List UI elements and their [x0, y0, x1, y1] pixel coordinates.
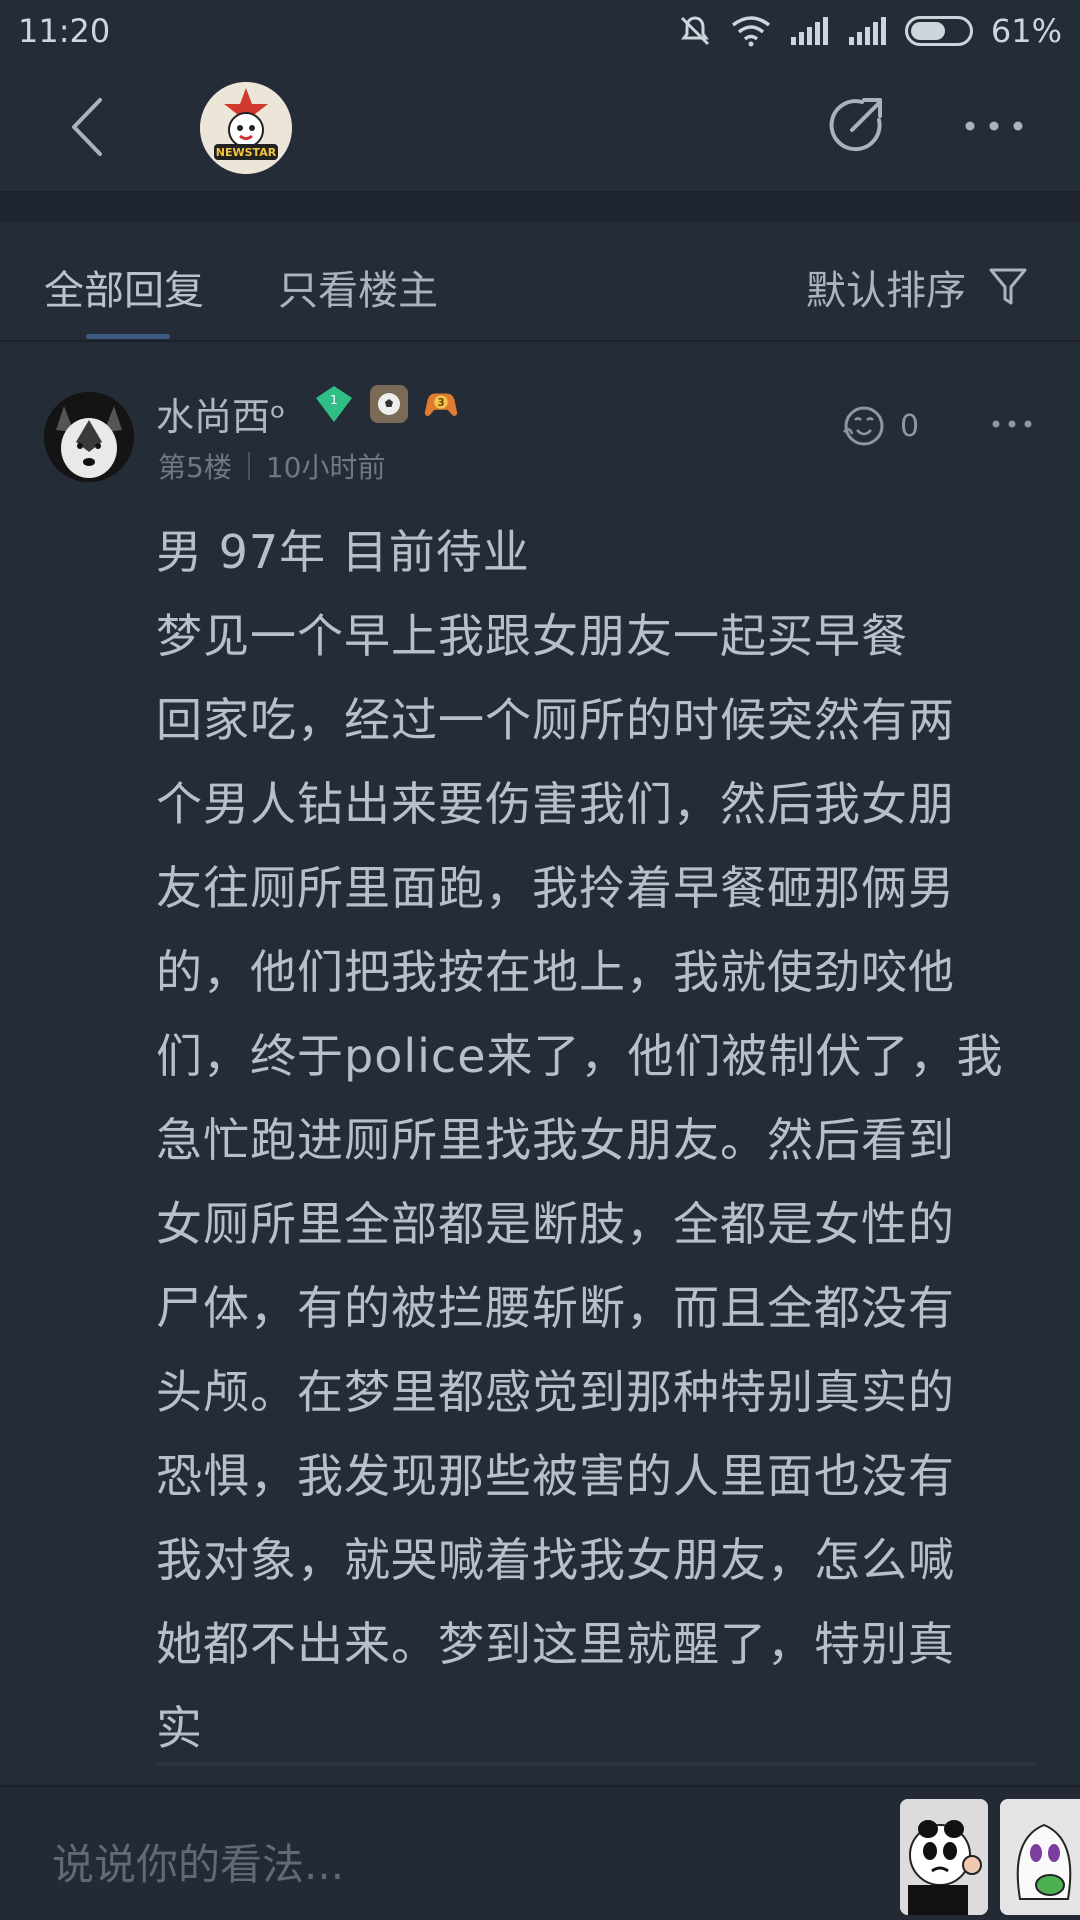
wifi-icon [731, 16, 770, 47]
newstar-logo-icon: NEWSTAR [200, 82, 292, 174]
tab-only-op[interactable]: 只看楼主 [278, 258, 438, 316]
floor-number: 第5楼 [158, 451, 232, 484]
sort-label: 默认排序 [806, 268, 966, 314]
post-meta: 第5楼 10小时前 [158, 446, 385, 486]
section-divider [0, 192, 1080, 222]
more-button[interactable] [962, 106, 1026, 146]
svg-text:NEWSTAR: NEWSTAR [216, 146, 277, 159]
username[interactable]: 水尚西ᵒ [156, 386, 286, 441]
sort-selector[interactable]: 默认排序 [806, 258, 1028, 316]
panda-meme-icon [900, 1799, 988, 1915]
active-tab-indicator [86, 334, 170, 339]
like-face-icon [843, 406, 884, 446]
like-button[interactable]: 0 [840, 404, 919, 448]
panda-sticker-button[interactable] [900, 1799, 988, 1915]
svg-text:1: 1 [330, 393, 338, 407]
alien-meme-icon [1000, 1799, 1080, 1915]
thread-page: 11:20 61% NEWSTAR 全部回复 只看楼主 默认排序 水尚西ᵒ 1 … [0, 0, 1080, 1920]
level-badge-icon: 1 [316, 386, 352, 422]
status-bar: 11:20 61% [0, 0, 1080, 62]
post-more-button[interactable] [990, 418, 1034, 430]
mute-icon [680, 16, 709, 46]
content-divider [156, 1762, 1036, 1766]
comment-bar: 说说你的看法... [0, 1785, 1080, 1920]
user-badges: 1 3 [312, 384, 460, 424]
alien-sticker-button[interactable] [1000, 1799, 1080, 1915]
battery-icon [904, 16, 973, 46]
reply-post: 水尚西ᵒ 1 3 第5楼 10小时前 0 男 97年 目前待业 梦见一个早上我跟… [0, 342, 1080, 1766]
post-content: 男 97年 目前待业 梦见一个早上我跟女朋友一起买早餐 回家吃，经过一个厕所的时… [156, 525, 1004, 1755]
signal-icon [848, 17, 886, 45]
meta-divider [247, 452, 250, 480]
share-button[interactable] [822, 90, 892, 160]
like-count: 0 [900, 408, 920, 444]
husky-avatar-icon [44, 392, 134, 482]
tab-all-replies[interactable]: 全部回复 [44, 258, 204, 316]
comment-input[interactable]: 说说你的看法... [52, 1831, 344, 1892]
filter-icon [989, 268, 1027, 305]
back-button[interactable] [60, 92, 120, 162]
battery-percent: 61% [990, 12, 1062, 50]
thread-avatar[interactable]: NEWSTAR [200, 82, 292, 174]
status-icons: 61% [677, 12, 1062, 50]
signal-icon [790, 17, 828, 45]
top-nav: NEWSTAR [0, 62, 1080, 192]
battery-level [910, 22, 946, 40]
gamepad-badge-icon: 3 [422, 385, 460, 423]
soccer-badge-icon [370, 385, 408, 423]
svg-text:3: 3 [437, 397, 444, 409]
reply-tabs: 全部回复 只看楼主 默认排序 [0, 222, 1080, 342]
avatar[interactable] [44, 392, 134, 482]
post-time: 10小时前 [265, 451, 386, 484]
status-time: 11:20 [18, 12, 111, 50]
